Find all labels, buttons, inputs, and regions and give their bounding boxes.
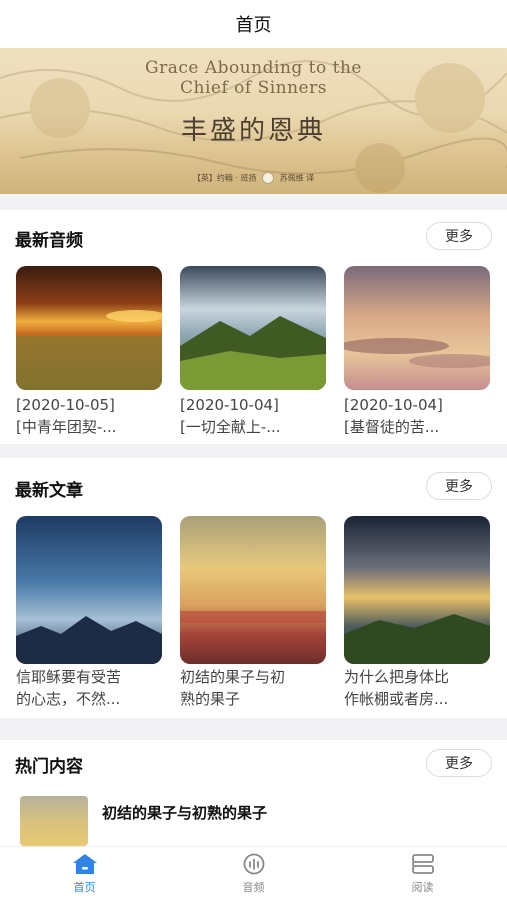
bottom-tab-bar: 首页 音频 阅读	[0, 846, 507, 900]
banner-en-line2: Chief of Sinners	[180, 78, 327, 98]
banner-translator: 苏佩维 译	[279, 173, 315, 183]
cloud-sunset-image	[344, 266, 490, 390]
tab-home[interactable]: 首页	[0, 847, 169, 900]
banner-english-title: Grace Abounding to the Chief of Sinners	[0, 58, 507, 98]
audio-title: [一切全献上-...	[180, 418, 281, 436]
audio-card[interactable]: [2020-10-05] [中青年团契-...	[16, 266, 162, 438]
article-thumbnail	[344, 516, 490, 664]
audio-title: [中青年团契-...	[16, 418, 117, 436]
article-title-line2: 作帐棚或者房...	[344, 690, 449, 708]
section-title-articles: 最新文章	[15, 481, 83, 501]
book-icon	[411, 853, 434, 874]
audio-title: [基督徒的苦...	[344, 418, 440, 436]
sunset-field-image	[16, 266, 162, 390]
audio-more-button[interactable]: 更多	[426, 222, 492, 250]
cloudy-valley-image	[344, 516, 490, 664]
tab-reading-label: 阅读	[411, 880, 434, 894]
mountain-sky-image	[180, 266, 326, 390]
audio-card[interactable]: [2020-10-04] [一切全献上-...	[180, 266, 326, 438]
article-card[interactable]: 初结的果子与初 熟的果子	[180, 516, 326, 710]
article-more-button[interactable]: 更多	[426, 472, 492, 500]
section-divider	[0, 194, 507, 210]
audio-date: [2020-10-04]	[180, 396, 279, 414]
hot-more-button[interactable]: 更多	[426, 749, 492, 777]
section-divider	[0, 444, 507, 458]
audio-thumbnail	[180, 266, 326, 390]
article-title-line2: 的心志，不然...	[16, 690, 121, 708]
top-header: 首页	[0, 0, 507, 48]
article-title-line1: 信耶稣要有受苦	[16, 668, 122, 686]
banner-credit: 【英】约翰 · 班扬 苏佩维 译	[0, 172, 507, 184]
banner-author: 【英】约翰 · 班扬	[192, 173, 257, 183]
banner-chinese-title: 丰盛的恩典	[180, 116, 326, 146]
home-icon	[72, 853, 97, 874]
article-thumbnail	[180, 516, 326, 664]
hot-list-item[interactable]: 初结的果子与初熟的果子	[20, 796, 490, 846]
misty-field-image	[180, 516, 326, 664]
banner-dot	[262, 172, 275, 184]
page-title: 首页	[235, 15, 272, 36]
banner-en-line1: Grace Abounding to the	[145, 58, 362, 78]
article-title-line1: 为什么把身体比	[344, 668, 450, 686]
hot-item-thumbnail	[20, 796, 88, 846]
tab-audio[interactable]: 音频	[169, 847, 338, 900]
article-card[interactable]: 为什么把身体比 作帐棚或者房...	[344, 516, 490, 710]
section-title-audio: 最新音频	[15, 231, 83, 251]
audio-thumbnail	[344, 266, 490, 390]
audio-card[interactable]: [2020-10-04] [基督徒的苦...	[344, 266, 490, 438]
article-title-line2: 熟的果子	[180, 690, 241, 708]
tab-home-label: 首页	[73, 880, 96, 894]
banner-carousel[interactable]: Grace Abounding to the Chief of Sinners …	[0, 48, 507, 194]
lake-mountains-image	[16, 516, 162, 664]
article-title-line1: 初结的果子与初	[180, 668, 286, 686]
audio-icon	[243, 853, 264, 874]
section-divider	[0, 718, 507, 740]
tab-reading[interactable]: 阅读	[338, 847, 507, 900]
audio-thumbnail	[16, 266, 162, 390]
tab-audio-label: 音频	[242, 880, 265, 894]
audio-date: [2020-10-05]	[16, 396, 115, 414]
hot-item-title: 初结的果子与初熟的果子	[102, 804, 268, 822]
audio-date: [2020-10-04]	[344, 396, 443, 414]
section-title-hot: 热门内容	[15, 757, 83, 777]
article-thumbnail	[16, 516, 162, 664]
article-card[interactable]: 信耶稣要有受苦 的心志，不然...	[16, 516, 162, 710]
